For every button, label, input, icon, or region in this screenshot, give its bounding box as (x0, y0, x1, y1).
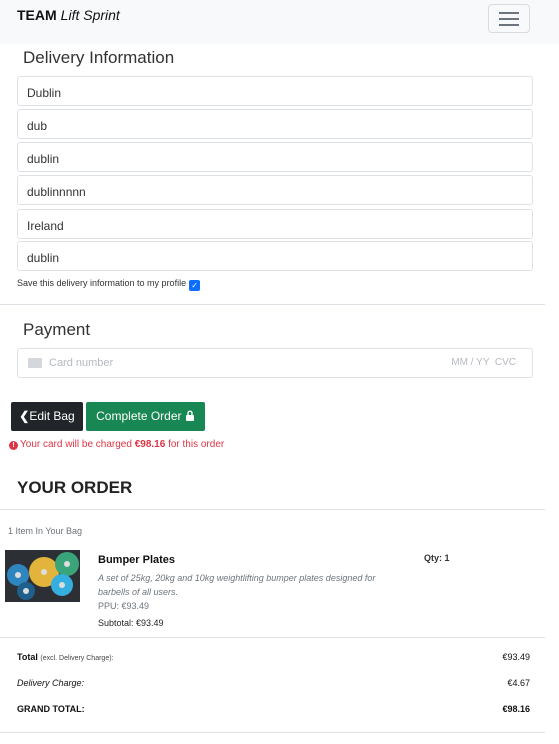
plate-shape (17, 582, 35, 600)
product-quantity: Qty: 1 (424, 553, 450, 563)
delivery-field-town[interactable]: Dublin (17, 76, 533, 106)
complete-order-label: Complete Order (96, 409, 182, 423)
delivery-field-address2[interactable]: dublin (17, 142, 533, 172)
bag-item-count: 1 Item In Your Bag (8, 526, 83, 536)
total-note: (excl. Delivery Charge): (40, 655, 114, 662)
delivery-field-postcode[interactable]: dublin (17, 241, 533, 271)
error-icon: ! (9, 441, 18, 450)
product-subtotal: Subtotal: €93.49 (98, 618, 164, 628)
brand-logo[interactable]: TEAM Lift Sprint (17, 7, 120, 23)
brand-team: TEAM (17, 7, 57, 23)
divider (0, 732, 545, 733)
charge-suffix: for this order (165, 439, 225, 450)
product-name[interactable]: Bumper Plates (98, 554, 175, 566)
total-label-row: Total (excl. Delivery Charge): (17, 652, 114, 662)
complete-order-button[interactable]: Complete Order (86, 402, 205, 431)
chevron-left-icon: ❮ (19, 409, 30, 423)
card-number-placeholder: Card number (49, 357, 114, 369)
divider (0, 304, 545, 305)
save-info-checkbox[interactable]: ✓ (189, 280, 201, 291)
edit-bag-button[interactable]: ❮Edit Bag (11, 402, 83, 431)
card-expiry-cvc-placeholder: MM / YY CVC (451, 357, 516, 368)
menu-toggle-button[interactable] (488, 4, 530, 33)
charge-notice: ! Your card will be charged €98.16 for th… (9, 439, 224, 450)
delivery-charge-value: €4.67 (507, 678, 530, 688)
delivery-field-country[interactable]: Ireland (17, 209, 533, 239)
payment-title: Payment (23, 320, 91, 339)
plate-shape (51, 574, 73, 596)
total-value: €93.49 (502, 652, 530, 662)
plate-shape (55, 552, 79, 576)
card-input[interactable]: Card number MM / YY CVC (17, 348, 533, 378)
order-title: YOUR ORDER (17, 478, 133, 497)
save-info-label: Save this delivery information to my pro… (17, 278, 187, 288)
product-description: A set of 25kg, 20kg and 10kg weightlifti… (98, 573, 376, 597)
charge-prefix: Your card will be charged (20, 439, 135, 450)
product-image[interactable] (5, 550, 80, 602)
credit-card-icon (28, 358, 42, 368)
lock-icon (185, 410, 194, 421)
hamburger-icon (499, 12, 519, 14)
delivery-title: Delivery Information (23, 48, 175, 67)
divider (0, 637, 545, 638)
brand-subtitle: Lift Sprint (60, 7, 120, 23)
charge-amount: €98.16 (134, 439, 166, 450)
edit-bag-label: Edit Bag (29, 409, 75, 423)
product-ppu: PPU: €93.49 (98, 601, 150, 611)
delivery-charge-label: Delivery Charge: (17, 678, 85, 688)
save-info-row: Save this delivery information to my pro… (17, 278, 201, 291)
delivery-field-address1[interactable]: dub (17, 109, 533, 139)
delivery-field-county[interactable]: dublinnnnn (17, 175, 533, 205)
grand-total-value: €98.16 (502, 704, 530, 714)
grand-total-label: GRAND TOTAL: (17, 704, 85, 714)
navbar: TEAM Lift Sprint (0, 0, 559, 44)
hamburger-icon-bar (499, 18, 519, 20)
total-label: Total (17, 652, 38, 662)
hamburger-icon-bar (499, 24, 519, 26)
divider (0, 509, 545, 510)
